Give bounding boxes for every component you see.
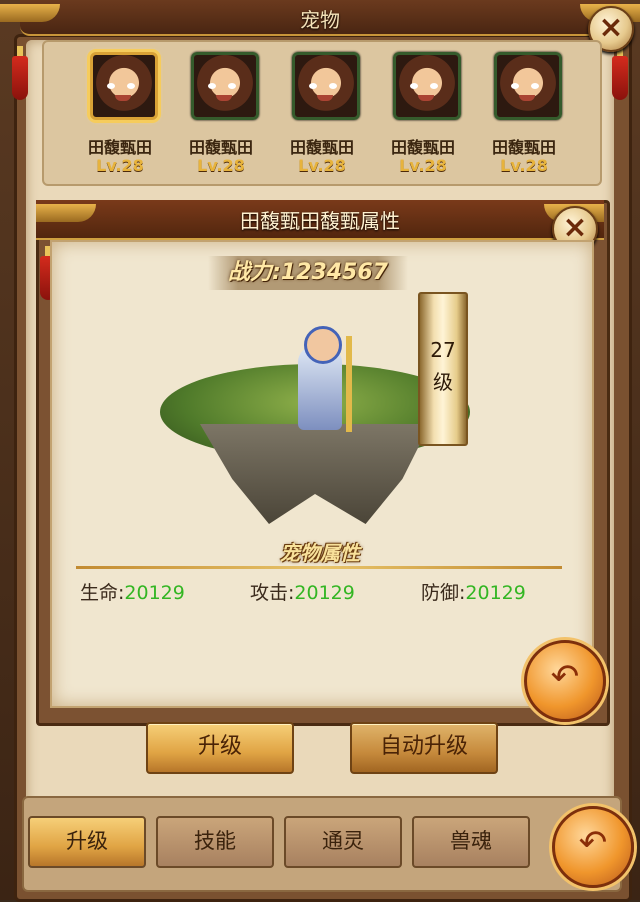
pet-name: 田馥甄田	[289, 138, 354, 157]
pet-slot[interactable]: 田馥甄田 Lv.28	[478, 42, 570, 182]
pet-avatar	[191, 52, 259, 120]
avatar-eye	[531, 83, 539, 89]
attribute-label: 防御:	[421, 582, 466, 604]
attribute-value: 20129	[124, 582, 185, 604]
attribute-defense: 防御:20129	[421, 578, 526, 605]
tab-beast-soul[interactable]: 兽魂	[412, 816, 530, 868]
window-title: 宠物	[300, 8, 340, 32]
pet-name: 田馥甄田	[87, 138, 152, 157]
avatar-mouth	[317, 95, 333, 101]
tab-skills[interactable]: 技能	[156, 816, 274, 868]
auto-upgrade-button[interactable]: 自动升级	[350, 722, 498, 774]
popup-back-button[interactable]: ↶	[524, 640, 606, 722]
avatar-eye	[208, 83, 216, 89]
pet-level: Lv.28	[399, 156, 447, 175]
avatar-mouth	[216, 95, 232, 101]
avatar-mouth	[418, 95, 434, 101]
avatar-eye	[107, 83, 115, 89]
upgrade-button[interactable]: 升级	[146, 722, 294, 774]
level-number: 27	[430, 338, 456, 362]
avatar-eye	[430, 83, 438, 89]
avatar-eye	[309, 83, 317, 89]
pet-character-image	[280, 316, 360, 436]
pet-avatar	[292, 52, 360, 120]
attributes-divider	[76, 566, 562, 569]
popup-title: 田馥甄田馥甄属性	[240, 209, 400, 233]
back-icon: ↶	[578, 823, 608, 863]
pet-avatar	[494, 52, 562, 120]
island-rock	[200, 424, 430, 524]
avatar-eye	[127, 83, 135, 89]
main-back-button[interactable]: ↶	[552, 806, 634, 888]
avatar-eye	[329, 83, 337, 89]
pet-slot[interactable]: 田馥甄田 Lv.28	[74, 42, 166, 182]
pet-level: Lv.28	[500, 156, 548, 175]
attribute-label: 攻击:	[250, 582, 295, 604]
pet-level: Lv.28	[197, 156, 245, 175]
pet-slot[interactable]: 田馥甄田 Lv.28	[175, 42, 267, 182]
level-unit: 级	[433, 370, 453, 394]
combat-power-label: 战力:	[228, 260, 281, 285]
pet-level: Lv.28	[298, 156, 346, 175]
tassel-ornament-right	[612, 46, 628, 100]
attributes-title: 宠物属性	[280, 541, 360, 565]
avatar-eye	[228, 83, 236, 89]
back-icon: ↶	[550, 657, 580, 697]
pet-staff	[346, 336, 352, 432]
pet-avatar	[393, 52, 461, 120]
combat-power: 战力:1234567	[208, 256, 408, 290]
avatar-eye	[410, 83, 418, 89]
pet-slot[interactable]: 田馥甄田 Lv.28	[276, 42, 368, 182]
pet-name: 田馥甄田	[390, 138, 455, 157]
pet-head	[304, 326, 342, 364]
attribute-attack: 攻击:20129	[250, 578, 355, 605]
attribute-label: 生命:	[80, 582, 125, 604]
avatar-mouth	[519, 95, 535, 101]
pet-name: 田馥甄田	[188, 138, 253, 157]
pet-name: 田馥甄田	[491, 138, 556, 157]
tab-upgrade[interactable]: 升级	[28, 816, 146, 868]
level-scroll: 27 级	[418, 292, 468, 446]
pet-slot[interactable]: 田馥甄田 Lv.28	[377, 42, 469, 182]
combat-power-value: 1234567	[280, 260, 388, 285]
attribute-value: 20129	[294, 582, 355, 604]
avatar-eye	[511, 83, 519, 89]
tab-spirit[interactable]: 通灵	[284, 816, 402, 868]
attribute-value: 20129	[465, 582, 526, 604]
close-icon: ×	[598, 10, 624, 45]
pet-avatar	[90, 52, 158, 120]
avatar-mouth	[115, 95, 131, 101]
pet-level: Lv.28	[96, 156, 144, 175]
attribute-hp: 生命:20129	[80, 578, 185, 605]
tassel-ornament-left	[12, 46, 28, 100]
